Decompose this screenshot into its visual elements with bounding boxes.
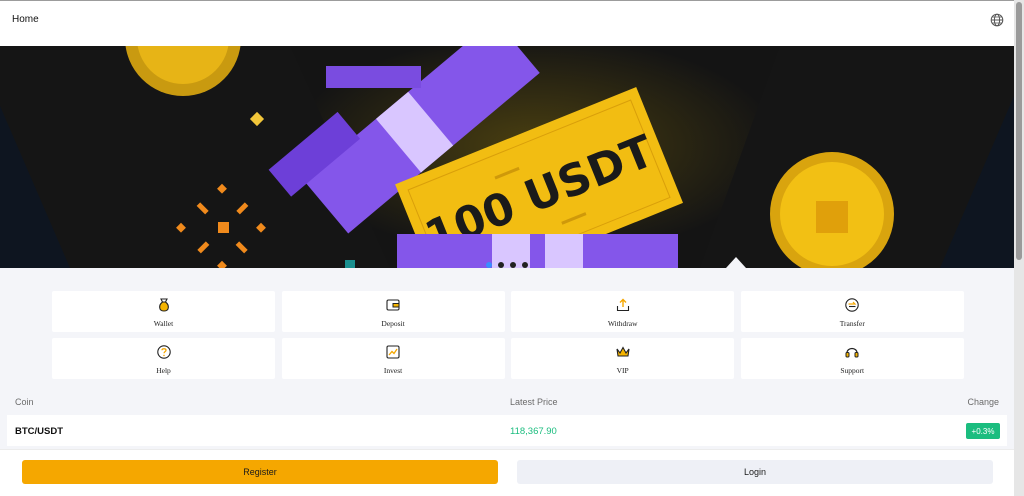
- market-row[interactable]: BTC/USDT 118,367.90 +0.3%: [7, 415, 1007, 446]
- quick-action-label: Invest: [383, 366, 403, 375]
- quick-action-wallet[interactable]: Wallet: [52, 291, 275, 332]
- vertical-scrollbar[interactable]: [1014, 0, 1024, 496]
- upload-icon: [616, 298, 629, 312]
- quick-actions-grid: Wallet Deposit Withdraw Transfer Help In…: [52, 291, 964, 379]
- quick-action-deposit[interactable]: Deposit: [281, 291, 505, 332]
- money-bag-icon: [158, 298, 169, 312]
- quick-action-help[interactable]: Help: [52, 338, 275, 379]
- top-bar: Home: [0, 0, 1014, 46]
- quick-action-label: Withdraw: [607, 319, 638, 328]
- login-button[interactable]: Login: [517, 460, 993, 484]
- quick-action-support[interactable]: Support: [740, 338, 964, 379]
- globe-icon[interactable]: [990, 13, 1004, 27]
- promo-banner[interactable]: 100 USDT: [0, 46, 1014, 268]
- chart-icon: [386, 345, 400, 359]
- app-viewport: Home 100 USDT Wallet Deposit Withdraw Tr…: [0, 0, 1014, 496]
- scrollbar-thumb[interactable]: [1016, 2, 1022, 260]
- market-table-header: Coin Latest Price Change: [7, 388, 1007, 415]
- auth-bar: Register Login: [0, 449, 1014, 496]
- carousel-dots: [486, 262, 528, 268]
- column-latest-price: Latest Price: [510, 397, 558, 407]
- carousel-dot-2[interactable]: [498, 262, 504, 268]
- change-badge: +0.3%: [966, 423, 1000, 439]
- quick-action-label: Deposit: [381, 319, 405, 328]
- wallet-icon: [386, 299, 400, 311]
- quick-action-invest[interactable]: Invest: [281, 338, 505, 379]
- banner-notch: [726, 257, 746, 268]
- latest-price: 118,367.90: [510, 426, 557, 437]
- page-title: Home: [12, 14, 39, 25]
- column-change: Change: [967, 397, 999, 407]
- question-icon: [156, 345, 171, 359]
- quick-action-label: VIP: [616, 366, 629, 375]
- banner-illustration: 100 USDT: [0, 46, 1014, 268]
- quick-action-transfer[interactable]: Transfer: [740, 291, 964, 332]
- quick-action-withdraw[interactable]: Withdraw: [511, 291, 735, 332]
- carousel-dot-1[interactable]: [486, 262, 492, 268]
- carousel-dot-4[interactable]: [522, 262, 528, 268]
- coin-pair: BTC/USDT: [15, 426, 64, 437]
- transfer-icon: [845, 298, 860, 312]
- carousel-dot-3[interactable]: [510, 262, 516, 268]
- register-button[interactable]: Register: [22, 460, 498, 484]
- quick-action-label: Transfer: [839, 319, 865, 328]
- quick-action-label: Help: [156, 366, 171, 375]
- quick-action-vip[interactable]: VIP: [511, 338, 735, 379]
- crown-icon: [616, 346, 630, 357]
- headset-icon: [845, 347, 859, 358]
- column-coin: Coin: [15, 397, 34, 407]
- market-table: Coin Latest Price Change BTC/USDT 118,36…: [7, 388, 1007, 446]
- quick-action-label: Wallet: [153, 319, 174, 328]
- quick-action-label: Support: [840, 366, 865, 375]
